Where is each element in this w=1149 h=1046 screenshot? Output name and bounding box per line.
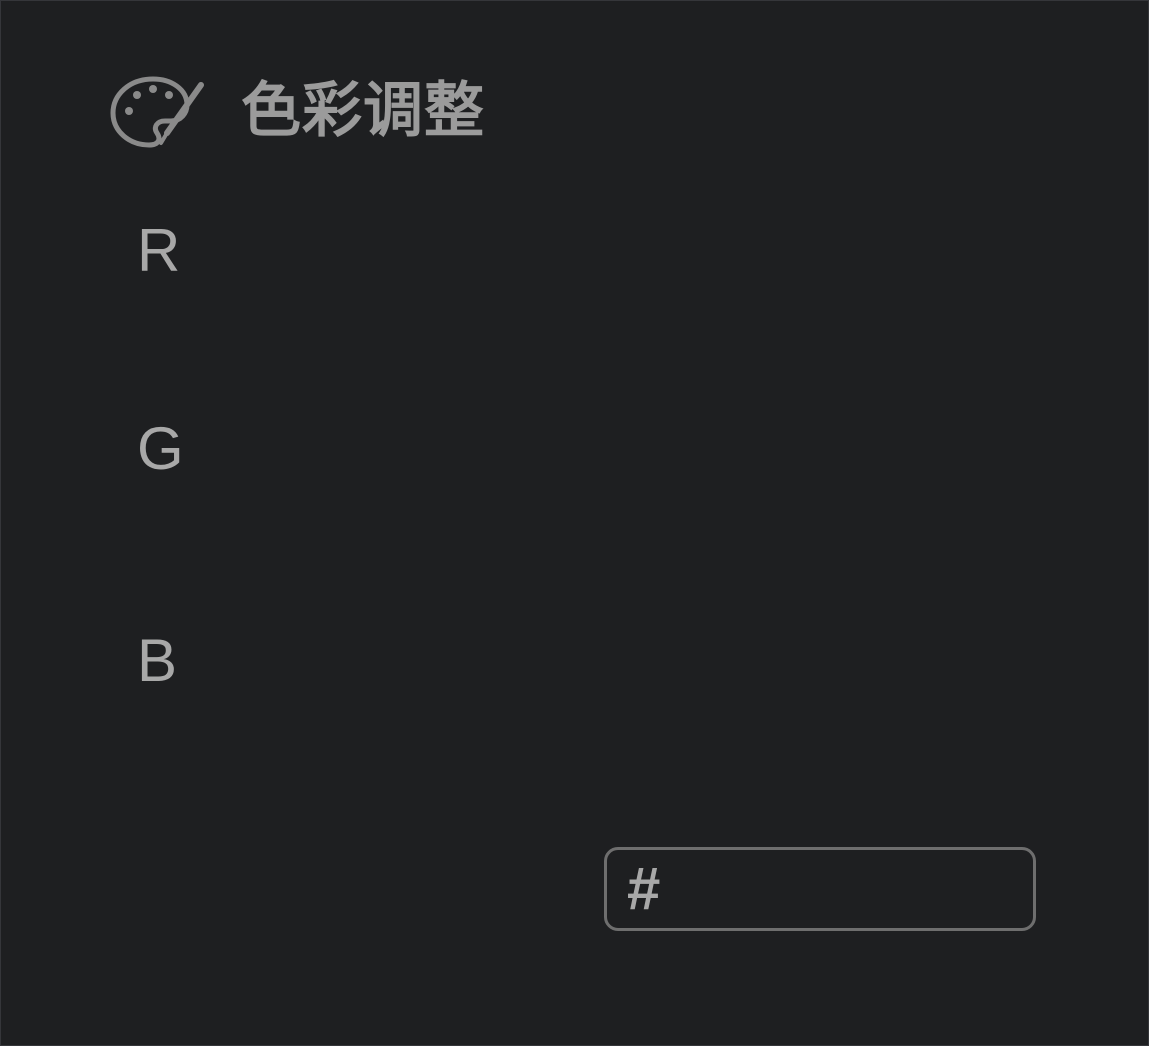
panel-header: 色彩调整 [109, 71, 485, 151]
color-adjust-panel: 色彩调整 R G B # [0, 0, 1149, 1046]
hex-input[interactable] [668, 858, 1149, 920]
panel-title: 色彩调整 [241, 76, 485, 146]
palette-icon [109, 71, 205, 151]
hex-prefix: # [627, 855, 661, 922]
channel-label-b: B [137, 627, 178, 694]
hex-color-field[interactable]: # [604, 847, 1149, 931]
channel-label-g: G [137, 415, 184, 482]
channel-label-r: R [137, 217, 181, 284]
